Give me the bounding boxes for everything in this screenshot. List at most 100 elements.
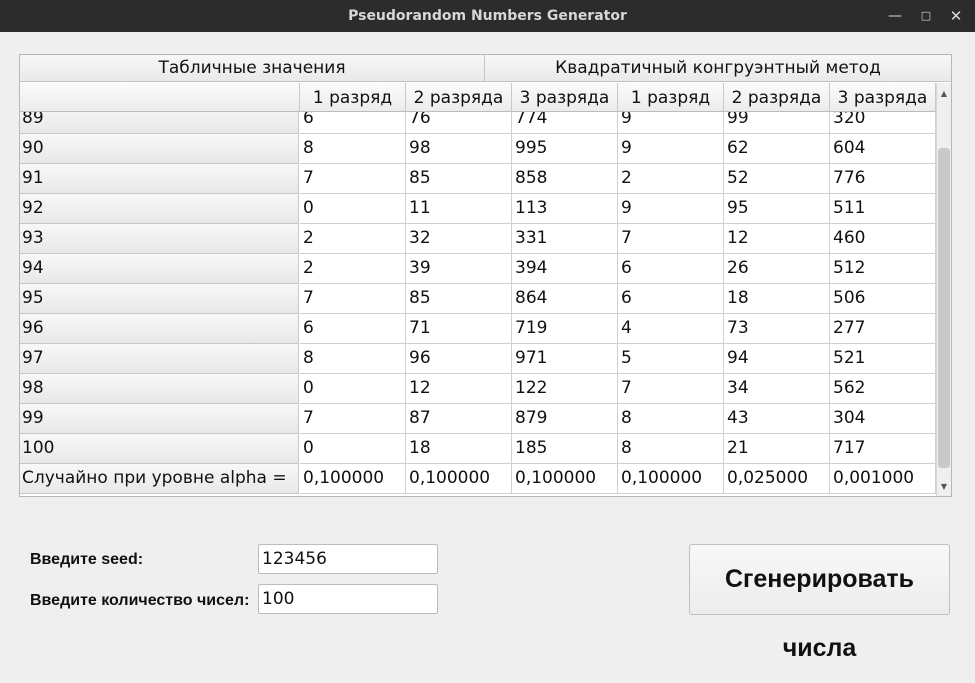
table-cell[interactable]: 277 (830, 314, 936, 344)
table-cell[interactable]: 0 (300, 434, 406, 464)
row-header[interactable]: 90 (20, 134, 299, 164)
table-cell[interactable]: 521 (830, 344, 936, 374)
scroll-down-icon[interactable]: ▼ (937, 480, 951, 494)
table-cell[interactable]: 0,100000 (618, 464, 724, 494)
table-cell[interactable]: 0 (300, 194, 406, 224)
minimize-icon[interactable]: — (881, 0, 909, 32)
table-cell[interactable]: 512 (830, 254, 936, 284)
table-cell[interactable]: 4 (618, 314, 724, 344)
count-input[interactable] (258, 584, 438, 614)
table-cell[interactable]: 864 (512, 284, 618, 314)
table-cell[interactable]: 776 (830, 164, 936, 194)
table-cell[interactable]: 12 (406, 374, 512, 404)
table-cell[interactable]: 394 (512, 254, 618, 284)
row-header[interactable]: 92 (20, 194, 299, 224)
table-cell[interactable]: 18 (406, 434, 512, 464)
vertical-scrollbar[interactable]: ▲ ▼ (936, 83, 951, 496)
generate-button[interactable]: Сгенерировать числа (689, 544, 950, 662)
row-header[interactable]: 96 (20, 314, 299, 344)
table-cell[interactable]: 7 (300, 164, 406, 194)
table-cell[interactable]: 98 (406, 134, 512, 164)
table-cell[interactable]: 12 (724, 224, 830, 254)
table-cell[interactable]: 2 (300, 224, 406, 254)
scroll-thumb[interactable] (938, 148, 950, 469)
table-cell[interactable]: 8 (300, 134, 406, 164)
table-cell[interactable]: 719 (512, 314, 618, 344)
table-cell[interactable]: 0,001000 (830, 464, 936, 494)
seed-input[interactable] (258, 544, 438, 574)
row-header[interactable]: 99 (20, 404, 299, 434)
table-cell[interactable]: 879 (512, 404, 618, 434)
table-cell[interactable]: 87 (406, 404, 512, 434)
table-cell[interactable]: 304 (830, 404, 936, 434)
scroll-up-icon[interactable]: ▲ (937, 87, 951, 101)
column-header[interactable]: 1 разряд (300, 83, 406, 112)
table-cell[interactable]: 39 (406, 254, 512, 284)
column-header[interactable]: 3 разряда (512, 83, 618, 112)
table-cell[interactable]: 95 (724, 194, 830, 224)
table-cell[interactable]: 331 (512, 224, 618, 254)
table-cell[interactable]: 85 (406, 164, 512, 194)
table-cell[interactable]: 9 (618, 194, 724, 224)
table-cell[interactable]: 858 (512, 164, 618, 194)
table-cell[interactable]: 94 (724, 344, 830, 374)
table-cell[interactable]: 604 (830, 134, 936, 164)
row-header[interactable]: Случайно при уровне alpha = (20, 464, 299, 494)
column-header[interactable]: 1 разряд (618, 83, 724, 112)
table-cell[interactable]: 96 (406, 344, 512, 374)
maximize-icon[interactable]: □ (912, 0, 940, 32)
table-cell[interactable]: 995 (512, 134, 618, 164)
column-header[interactable]: 2 разряда (724, 83, 830, 112)
table-cell[interactable]: 971 (512, 344, 618, 374)
table-cell[interactable]: 7 (618, 224, 724, 254)
table-cell[interactable]: 7 (618, 374, 724, 404)
table-cell[interactable]: 506 (830, 284, 936, 314)
table-cell[interactable]: 460 (830, 224, 936, 254)
table-cell[interactable]: 34 (724, 374, 830, 404)
table-cell[interactable]: 717 (830, 434, 936, 464)
table-cell[interactable]: 21 (724, 434, 830, 464)
table-cell[interactable]: 8 (618, 404, 724, 434)
row-header[interactable]: 100 (20, 434, 299, 464)
table-cell[interactable]: 71 (406, 314, 512, 344)
table-cell[interactable]: 2 (618, 164, 724, 194)
table-cell[interactable]: 62 (724, 134, 830, 164)
table-cell[interactable]: 7 (300, 404, 406, 434)
table-cell[interactable]: 562 (830, 374, 936, 404)
table-cell[interactable]: 8 (618, 434, 724, 464)
table-cell[interactable]: 0,100000 (512, 464, 618, 494)
table-cell[interactable]: 9 (618, 134, 724, 164)
column-header[interactable]: 2 разряда (406, 83, 512, 112)
row-header[interactable]: 97 (20, 344, 299, 374)
table-cell[interactable]: 26 (724, 254, 830, 284)
column-header[interactable]: 3 разряда (830, 83, 936, 112)
results-table[interactable]: 89 6 76 774 9 99 320 90 8 98 995 9 62 604 91 7 85 858 2 52 7… (19, 54, 952, 497)
table-cell[interactable]: 6 (300, 314, 406, 344)
table-cell[interactable]: 113 (512, 194, 618, 224)
table-cell[interactable]: 0,025000 (724, 464, 830, 494)
table-cell[interactable]: 5 (618, 344, 724, 374)
table-cell[interactable]: 73 (724, 314, 830, 344)
table-cell[interactable]: 18 (724, 284, 830, 314)
table-cell[interactable]: 185 (512, 434, 618, 464)
table-cell[interactable]: 0,100000 (406, 464, 512, 494)
table-cell[interactable]: 32 (406, 224, 512, 254)
table-cell[interactable]: 8 (300, 344, 406, 374)
table-cell[interactable]: 0,100000 (300, 464, 406, 494)
table-cell[interactable]: 511 (830, 194, 936, 224)
table-cell[interactable]: 6 (618, 254, 724, 284)
row-header[interactable]: 98 (20, 374, 299, 404)
table-cell[interactable]: 122 (512, 374, 618, 404)
table-cell[interactable]: 7 (300, 284, 406, 314)
table-cell[interactable]: 0 (300, 374, 406, 404)
table-cell[interactable]: 6 (618, 284, 724, 314)
table-cell[interactable]: 43 (724, 404, 830, 434)
row-header[interactable]: 95 (20, 284, 299, 314)
row-header[interactable]: 93 (20, 224, 299, 254)
row-header[interactable]: 94 (20, 254, 299, 284)
table-cell[interactable]: 2 (300, 254, 406, 284)
close-icon[interactable]: ✕ (942, 0, 970, 32)
table-cell[interactable]: 85 (406, 284, 512, 314)
table-cell[interactable]: 11 (406, 194, 512, 224)
table-cell[interactable]: 52 (724, 164, 830, 194)
